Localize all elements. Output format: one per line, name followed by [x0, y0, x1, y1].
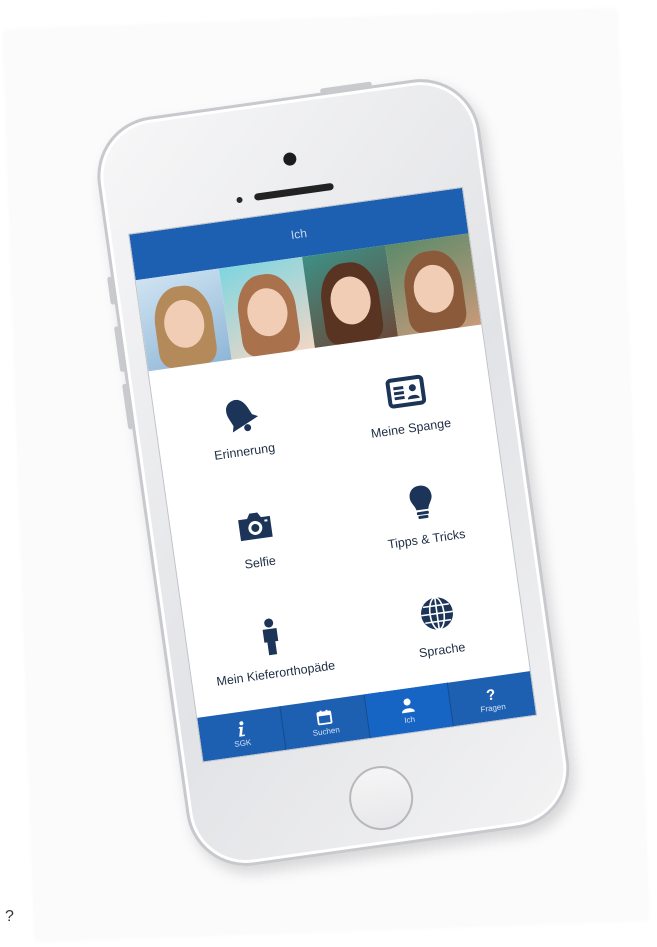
menu-grid: Erinnerung Meine Spange Selfie Tipps & T… — [148, 325, 529, 716]
tab-label: Suchen — [312, 724, 341, 738]
menu-item-label: Selfie — [243, 553, 277, 572]
earpiece-speaker — [253, 182, 335, 201]
id-card-icon — [385, 374, 427, 409]
globe-icon — [421, 596, 454, 631]
menu-item-label: Tipps & Tricks — [386, 526, 467, 552]
app-screen: Ich Erinnerung Meine Spange Selfie Tipps… — [128, 186, 538, 763]
svg-text:?: ? — [485, 686, 496, 703]
question-icon: ? — [485, 686, 496, 703]
person-icon — [262, 618, 279, 656]
banner-photo-4 — [385, 233, 482, 337]
banner-photo-1 — [135, 268, 232, 372]
tab-fragen[interactable]: ? Fragen — [447, 671, 536, 726]
tab-label: SGK — [233, 737, 252, 749]
menu-item-label: Mein Kieferorthopäde — [215, 658, 336, 689]
menu-item-label: Sprache — [418, 639, 467, 661]
banner-photo-3 — [302, 245, 399, 348]
lightbulb-icon — [409, 485, 432, 520]
stray-question-mark: ? — [5, 908, 14, 925]
menu-item-mein-kieferorthopaede[interactable]: Mein Kieferorthopäde — [181, 582, 363, 716]
menu-item-sprache[interactable]: Sprache — [348, 558, 530, 692]
banner-photo-2 — [218, 256, 315, 360]
proximity-sensor — [236, 196, 243, 204]
home-button[interactable] — [345, 761, 418, 835]
info-icon — [238, 720, 245, 737]
tab-label: Ich — [403, 714, 416, 725]
front-camera — [282, 151, 298, 167]
camera-icon — [238, 512, 273, 542]
tab-suchen[interactable]: Suchen — [280, 694, 371, 750]
menu-item-label: Erinnerung — [213, 440, 276, 463]
tab-sgk[interactable]: SGK — [197, 706, 287, 762]
tab-ich[interactable]: Ich — [364, 682, 454, 739]
tab-label: Fragen — [479, 701, 507, 714]
bell-icon — [226, 399, 259, 433]
user-icon — [402, 698, 415, 713]
calendar-icon — [316, 709, 333, 725]
menu-item-label: Meine Spange — [370, 415, 452, 441]
page-title: Ich — [289, 225, 308, 243]
